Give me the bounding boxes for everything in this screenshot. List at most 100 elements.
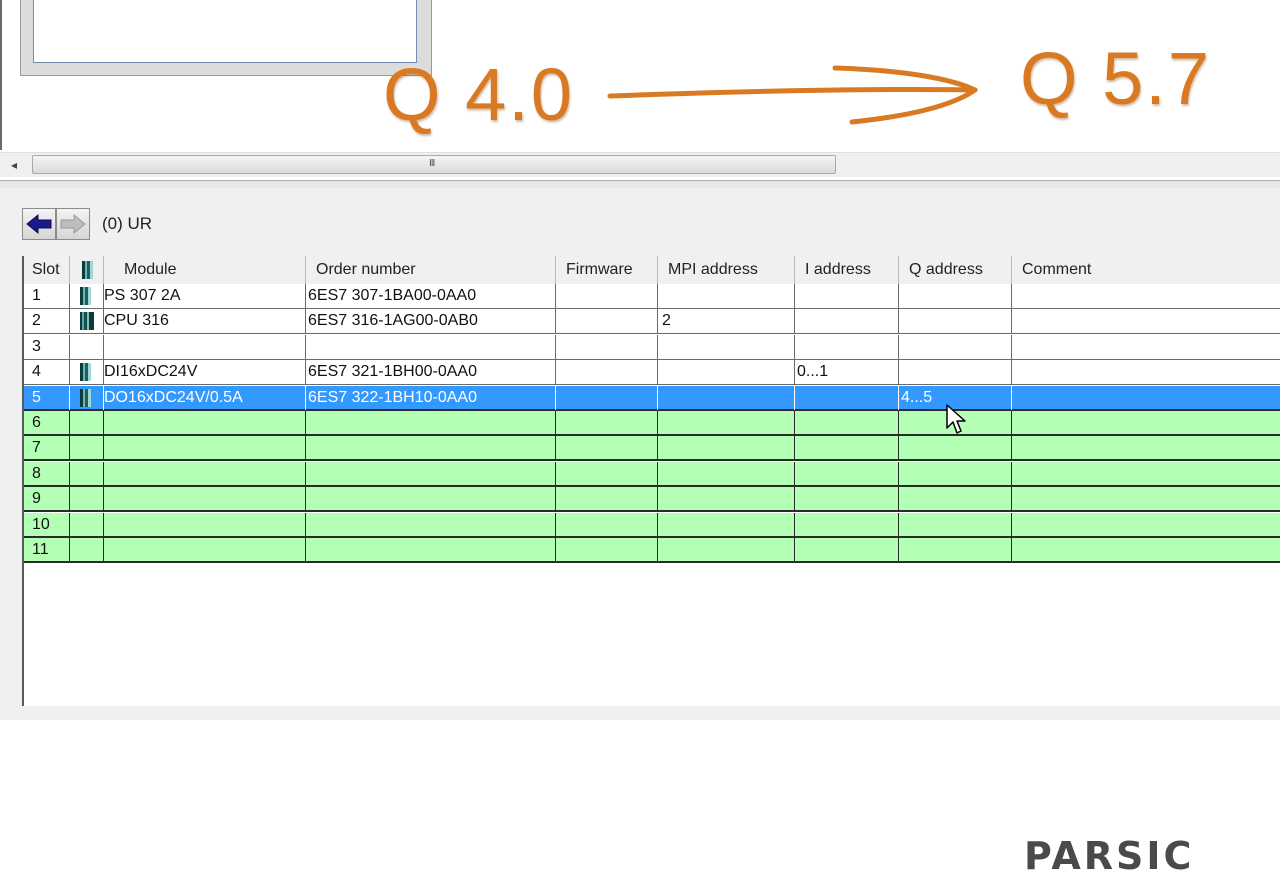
q-address-cell[interactable] [899, 360, 1012, 385]
mpi-address-cell[interactable] [658, 487, 795, 512]
mpi-address-cell[interactable] [658, 385, 795, 410]
mpi-address-cell[interactable] [658, 538, 795, 562]
table-row[interactable]: 3 [24, 334, 1280, 360]
table-row[interactable]: 7 [24, 436, 1280, 462]
comment-cell[interactable] [1012, 284, 1280, 308]
icon-cell[interactable] [70, 512, 104, 537]
rack-frame[interactable] [20, 0, 432, 76]
forward-button[interactable] [56, 208, 90, 240]
table-row[interactable]: 9 [24, 487, 1280, 513]
order-number-cell[interactable] [306, 512, 556, 537]
column-header-icon[interactable] [70, 256, 104, 284]
mpi-address-cell[interactable] [658, 461, 795, 486]
firmware-cell[interactable] [556, 360, 658, 385]
slot-cell[interactable]: 8 [24, 461, 70, 486]
i-address-cell[interactable]: 0...1 [795, 360, 899, 385]
i-address-cell[interactable] [795, 512, 899, 537]
table-row[interactable]: 4 DI16xDC24V 6ES7 321-1BH00-0AA0 0...1 [24, 360, 1280, 386]
slot-cell[interactable]: 3 [24, 334, 70, 359]
module-table[interactable]: Slot Module Order number Firmware MPI ad… [22, 256, 1280, 706]
icon-cell[interactable] [70, 461, 104, 486]
order-number-cell[interactable]: 6ES7 321-1BH00-0AA0 [306, 360, 556, 385]
firmware-cell[interactable] [556, 538, 658, 562]
module-cell[interactable]: DO16xDC24V/0.5A [104, 385, 306, 410]
module-cell[interactable] [104, 487, 306, 512]
table-row[interactable]: 11 [24, 538, 1280, 563]
table-row[interactable]: 8 [24, 461, 1280, 487]
mpi-address-cell[interactable]: 2 [658, 309, 795, 334]
mpi-address-cell[interactable] [658, 512, 795, 537]
order-number-cell[interactable] [306, 487, 556, 512]
module-cell[interactable]: PS 307 2A [104, 284, 306, 308]
q-address-cell[interactable] [899, 284, 1012, 308]
module-cell[interactable] [104, 411, 306, 435]
column-header-slot[interactable]: Slot [24, 256, 70, 284]
column-header-order-number[interactable]: Order number [306, 256, 556, 284]
icon-cell[interactable] [70, 411, 104, 435]
module-cell[interactable] [104, 334, 306, 359]
firmware-cell[interactable] [556, 512, 658, 537]
slot-cell[interactable]: 7 [24, 436, 70, 461]
module-cell[interactable] [104, 461, 306, 486]
module-cell[interactable] [104, 538, 306, 562]
comment-cell[interactable] [1012, 462, 1280, 486]
order-number-cell[interactable] [306, 538, 556, 562]
firmware-cell[interactable] [556, 461, 658, 486]
slot-cell[interactable]: 5 [24, 385, 70, 410]
order-number-cell[interactable] [306, 461, 556, 486]
comment-cell[interactable] [1012, 436, 1280, 460]
q-address-cell[interactable] [899, 538, 1012, 562]
module-cell[interactable] [104, 436, 306, 461]
mpi-address-cell[interactable] [658, 334, 795, 359]
q-address-cell[interactable] [899, 512, 1012, 537]
icon-cell[interactable] [70, 360, 104, 385]
icon-cell[interactable] [70, 487, 104, 512]
order-number-cell[interactable] [306, 411, 556, 435]
comment-cell[interactable] [1012, 411, 1280, 435]
q-address-cell[interactable] [899, 461, 1012, 486]
i-address-cell[interactable] [795, 538, 899, 562]
comment-cell[interactable] [1012, 360, 1280, 384]
scrollbar-thumb[interactable]: III [32, 155, 836, 174]
firmware-cell[interactable] [556, 436, 658, 461]
slot-cell[interactable]: 4 [24, 360, 70, 385]
q-address-cell[interactable] [899, 334, 1012, 359]
scroll-left-icon[interactable]: ◂ [2, 153, 26, 177]
table-row[interactable]: 6 [24, 411, 1280, 436]
order-number-cell[interactable]: 6ES7 322-1BH10-0AA0 [306, 385, 556, 410]
firmware-cell[interactable] [556, 487, 658, 512]
slot-cell[interactable]: 9 [24, 487, 70, 512]
firmware-cell[interactable] [556, 385, 658, 410]
q-address-cell[interactable] [899, 436, 1012, 461]
mpi-address-cell[interactable] [658, 284, 795, 308]
mpi-address-cell[interactable] [658, 360, 795, 385]
i-address-cell[interactable] [795, 334, 899, 359]
icon-cell[interactable] [70, 284, 104, 308]
icon-cell[interactable] [70, 309, 104, 334]
slot-cell[interactable]: 2 [24, 309, 70, 334]
comment-cell[interactable] [1012, 309, 1280, 333]
back-button[interactable] [22, 208, 56, 240]
table-row[interactable]: 10 [24, 512, 1280, 538]
table-row[interactable]: 5 DO16xDC24V/0.5A 6ES7 322-1BH10-0AA0 4...5 [24, 385, 1280, 411]
order-number-cell[interactable]: 6ES7 316-1AG00-0AB0 [306, 309, 556, 334]
column-header-q-address[interactable]: Q address [899, 256, 1012, 284]
q-address-cell[interactable] [899, 309, 1012, 334]
firmware-cell[interactable] [556, 411, 658, 435]
icon-cell[interactable] [70, 334, 104, 359]
column-header-firmware[interactable]: Firmware [556, 256, 658, 284]
module-cell[interactable]: CPU 316 [104, 309, 306, 334]
i-address-cell[interactable] [795, 436, 899, 461]
icon-cell[interactable] [70, 385, 104, 410]
slot-cell[interactable]: 11 [24, 538, 70, 562]
rack-slot-area[interactable] [33, 0, 417, 63]
i-address-cell[interactable] [795, 309, 899, 334]
module-cell[interactable]: DI16xDC24V [104, 360, 306, 385]
i-address-cell[interactable] [795, 487, 899, 512]
mpi-address-cell[interactable] [658, 411, 795, 435]
column-header-comment[interactable]: Comment [1012, 256, 1280, 284]
comment-cell[interactable] [1012, 487, 1280, 511]
firmware-cell[interactable] [556, 334, 658, 359]
order-number-cell[interactable] [306, 334, 556, 359]
q-address-cell[interactable] [899, 487, 1012, 512]
